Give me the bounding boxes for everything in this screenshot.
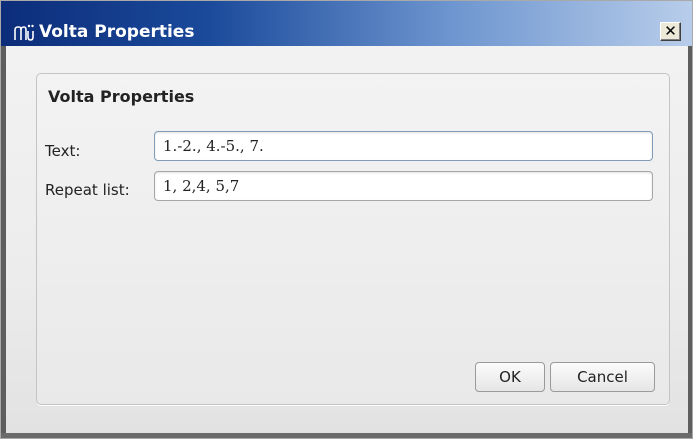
volta-properties-group: Volta Properties Text: Repeat list: OK C… [36, 73, 670, 405]
text-input[interactable] [154, 131, 653, 161]
repeat-list-label: Repeat list: [45, 181, 130, 199]
close-button[interactable]: ✕ [660, 22, 681, 41]
dialog-window: Volta Properties ✕ Volta Properties Text… [0, 0, 693, 439]
close-icon: ✕ [664, 22, 677, 40]
musescore-icon [13, 22, 35, 42]
title-bar[interactable]: Volta Properties ✕ [1, 1, 692, 46]
ok-button[interactable]: OK [475, 362, 545, 392]
window-title: Volta Properties [39, 22, 195, 42]
group-title: Volta Properties [48, 87, 195, 106]
window-bottom-border [1, 433, 692, 438]
repeat-list-input[interactable] [154, 171, 653, 201]
dialog-body: Volta Properties Text: Repeat list: OK C… [6, 46, 688, 433]
cancel-button[interactable]: Cancel [550, 362, 655, 392]
text-label: Text: [45, 142, 81, 160]
